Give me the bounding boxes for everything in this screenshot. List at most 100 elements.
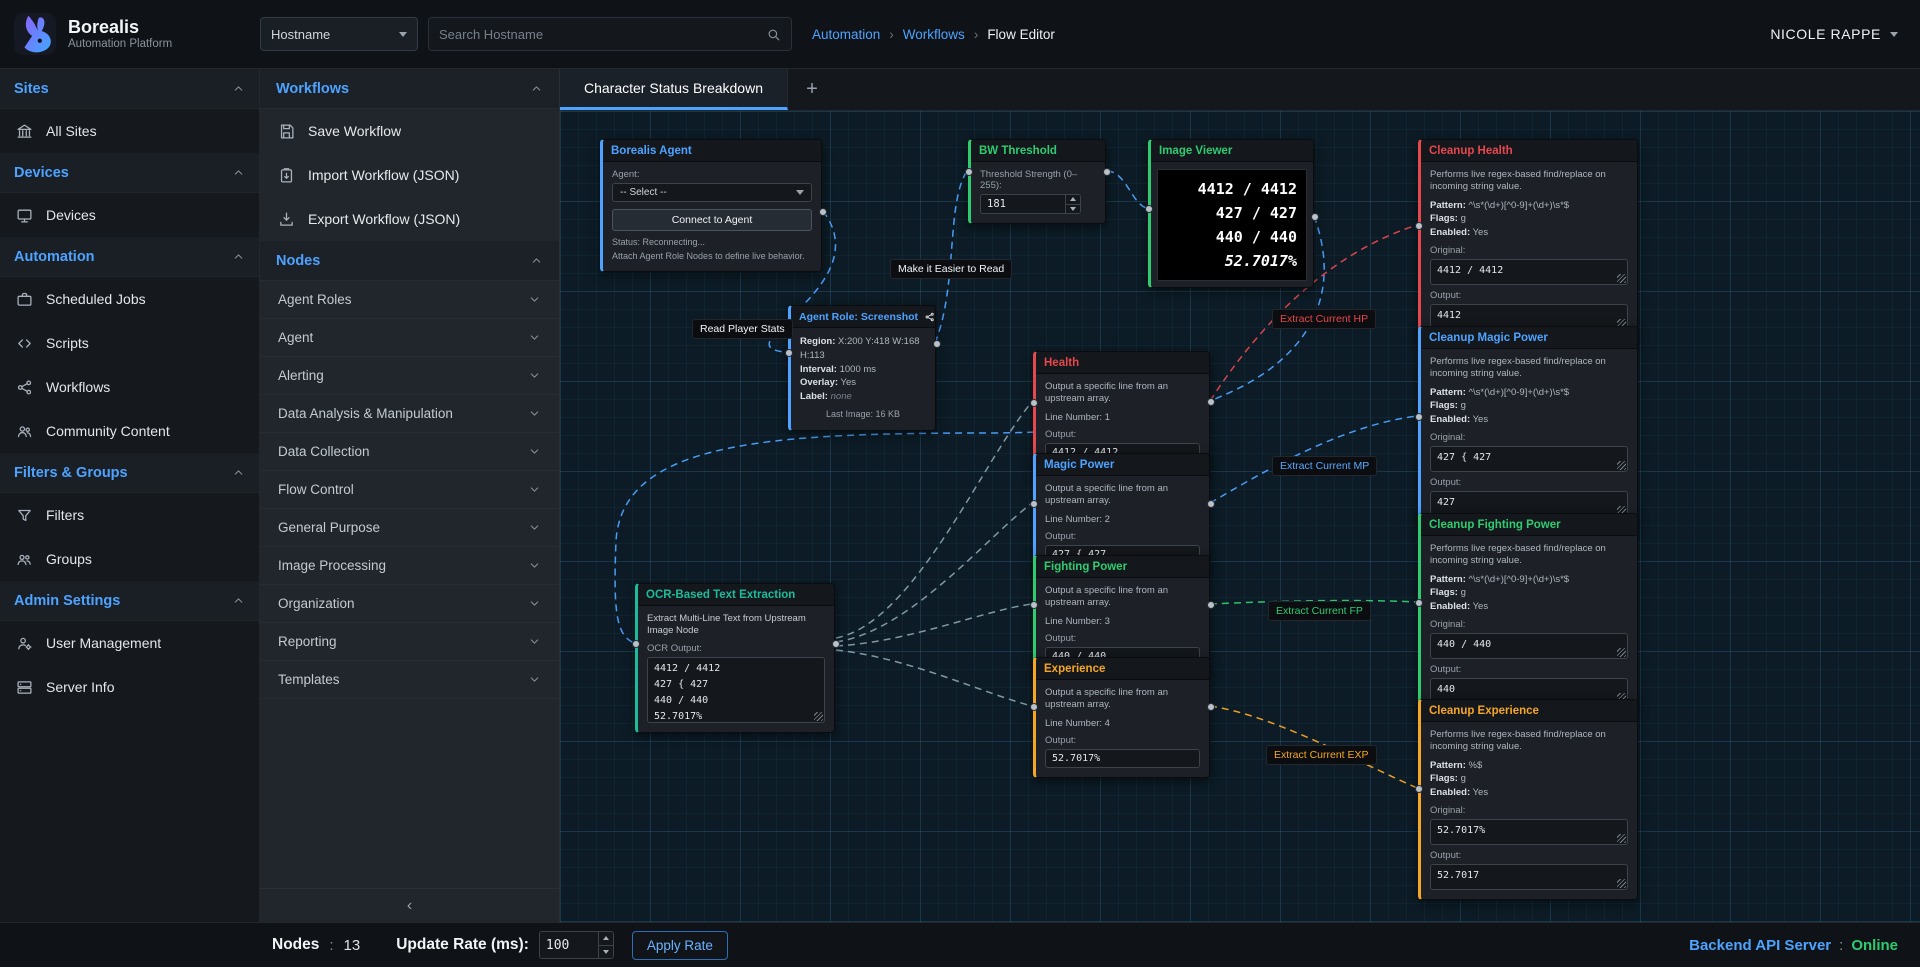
backend-api-label: Backend API Server (1689, 937, 1831, 954)
input-port[interactable] (1415, 785, 1423, 793)
spinner-up-button[interactable] (599, 932, 613, 946)
spinner-down-button[interactable] (1066, 205, 1080, 214)
sidebar-item-server-info[interactable]: Server Info (0, 665, 259, 709)
sidebar-item-scripts[interactable]: Scripts (0, 321, 259, 365)
node-category-templates[interactable]: Templates (260, 661, 559, 699)
node-borealis-agent[interactable]: Borealis Agent Agent: -- Select -- Conne… (600, 139, 822, 272)
input-port[interactable] (1030, 601, 1038, 609)
sidebar-item-community-content[interactable]: Community Content (0, 409, 259, 453)
connect-to-agent-button[interactable]: Connect to Agent (612, 209, 812, 231)
save-workflow-button[interactable]: Save Workflow (260, 109, 559, 153)
input-port[interactable] (1030, 399, 1038, 407)
node-category-agent-roles[interactable]: Agent Roles (260, 281, 559, 319)
sidebar-item-all-sites[interactable]: All Sites (0, 109, 259, 153)
node-category-agent[interactable]: Agent (260, 319, 559, 357)
input-port[interactable] (1030, 703, 1038, 711)
original-textarea[interactable]: 440 / 440 (1430, 633, 1628, 659)
chevron-down-icon (528, 483, 541, 496)
node-category-data-collection[interactable]: Data Collection (260, 433, 559, 471)
tab-character-status-breakdown[interactable]: Character Status Breakdown (560, 69, 788, 110)
output-input[interactable] (1045, 749, 1200, 768)
sidebar-section-filters-groups[interactable]: Filters & Groups (0, 453, 259, 493)
output-port[interactable] (1207, 398, 1215, 406)
node-cleanup-health[interactable]: Cleanup Health Performs live regex-based… (1418, 139, 1638, 340)
annotation-make-it-easier[interactable]: Make it Easier to Read (890, 259, 1012, 279)
node-category-data-analysis[interactable]: Data Analysis & Manipulation (260, 395, 559, 433)
input-port[interactable] (1030, 500, 1038, 508)
hostname-select[interactable]: Hostname (260, 17, 418, 51)
sidebar-item-workflows[interactable]: Workflows (0, 365, 259, 409)
node-category-organization[interactable]: Organization (260, 585, 559, 623)
original-textarea[interactable]: 427 { 427 (1430, 446, 1628, 472)
output-port[interactable] (1103, 168, 1111, 176)
node-category-reporting[interactable]: Reporting (260, 623, 559, 661)
spinner-up-button[interactable] (1066, 195, 1080, 205)
annotation-read-player-stats[interactable]: Read Player Stats (692, 319, 793, 339)
output-port[interactable] (1311, 213, 1319, 221)
original-textarea[interactable]: 52.7017% (1430, 819, 1628, 845)
update-rate-input[interactable] (540, 932, 598, 958)
input-port[interactable] (632, 640, 640, 648)
sidebar-item-filters[interactable]: Filters (0, 493, 259, 537)
sidebar-section-automation[interactable]: Automation (0, 237, 259, 277)
panel-section-workflows[interactable]: Workflows (260, 69, 559, 109)
sidebar-section-admin-settings[interactable]: Admin Settings (0, 581, 259, 621)
input-port[interactable] (1415, 222, 1423, 230)
flow-canvas[interactable]: Borealis Agent Agent: -- Select -- Conne… (560, 111, 1920, 922)
import-workflow-button[interactable]: Import Workflow (JSON) (260, 153, 559, 197)
edge-label-extract-exp: Extract Current EXP (1266, 745, 1377, 765)
output-port[interactable] (819, 208, 827, 216)
panel-section-nodes[interactable]: Nodes (260, 241, 559, 281)
node-category-flow-control[interactable]: Flow Control (260, 471, 559, 509)
node-cleanup-experience[interactable]: Cleanup Experience Performs live regex-b… (1418, 699, 1638, 900)
user-menu[interactable]: NICOLE RAPPE (1770, 26, 1898, 42)
label-value: none (831, 391, 852, 402)
chevron-down-icon (528, 331, 541, 344)
output-textarea[interactable]: 52.7017 (1430, 864, 1628, 890)
node-bw-threshold[interactable]: BW Threshold Threshold Strength (0–255): (968, 139, 1106, 224)
spinner-down-button[interactable] (599, 946, 613, 959)
ocr-output-textarea[interactable]: 4412 / 4412 427 { 427 440 / 440 52.7017% (647, 657, 825, 723)
node-category-general-purpose[interactable]: General Purpose (260, 509, 559, 547)
sidebar-section-devices[interactable]: Devices (0, 153, 259, 193)
sidebar-item-devices[interactable]: Devices (0, 193, 259, 237)
collapse-panel-button[interactable]: ‹ (260, 888, 559, 922)
breadcrumb-workflows[interactable]: Workflows (903, 27, 965, 42)
node-cleanup-magic-power[interactable]: Cleanup Magic Power Performs live regex-… (1418, 326, 1638, 527)
input-port[interactable] (965, 168, 973, 176)
output-label: Output: (1430, 290, 1628, 301)
output-port[interactable] (1207, 703, 1215, 711)
node-ocr-text-extraction[interactable]: OCR-Based Text Extraction Extract Multi-… (635, 583, 835, 733)
share-icon[interactable] (924, 311, 936, 323)
add-tab-button[interactable]: + (788, 69, 836, 110)
node-title: Borealis Agent (611, 145, 692, 157)
input-port[interactable] (1415, 599, 1423, 607)
line-number: Line Number: 3 (1045, 615, 1200, 629)
node-cleanup-fighting-power[interactable]: Cleanup Fighting Power Performs live reg… (1418, 513, 1638, 714)
search-input[interactable] (439, 27, 758, 42)
sidebar-item-user-management[interactable]: User Management (0, 621, 259, 665)
node-agent-role-screenshot[interactable]: Agent Role: Screenshot Region: X:200 Y:4… (788, 305, 936, 431)
output-port[interactable] (933, 340, 941, 348)
output-port[interactable] (832, 640, 840, 648)
input-port[interactable] (1145, 205, 1153, 213)
sidebar-section-sites[interactable]: Sites (0, 69, 259, 109)
output-port[interactable] (1207, 601, 1215, 609)
output-port[interactable] (1207, 500, 1215, 508)
breadcrumb-automation[interactable]: Automation (812, 27, 880, 42)
server-icon (16, 679, 33, 696)
sidebar-item-scheduled-jobs[interactable]: Scheduled Jobs (0, 277, 259, 321)
input-port[interactable] (1415, 413, 1423, 421)
node-category-alerting[interactable]: Alerting (260, 357, 559, 395)
node-image-viewer[interactable]: Image Viewer 4412 / 4412 427 / 427 440 /… (1148, 139, 1314, 288)
agent-select[interactable]: -- Select -- (612, 183, 812, 202)
node-experience[interactable]: Experience Output a specific line from a… (1033, 657, 1210, 778)
sidebar-item-groups[interactable]: Groups (0, 537, 259, 581)
breadcrumb-separator: › (974, 27, 979, 42)
threshold-input[interactable] (981, 195, 1065, 213)
export-workflow-button[interactable]: Export Workflow (JSON) (260, 197, 559, 241)
node-category-image-processing[interactable]: Image Processing (260, 547, 559, 585)
apply-rate-button[interactable]: Apply Rate (632, 931, 728, 960)
original-textarea[interactable]: 4412 / 4412 (1430, 259, 1628, 285)
input-port[interactable] (785, 349, 793, 357)
